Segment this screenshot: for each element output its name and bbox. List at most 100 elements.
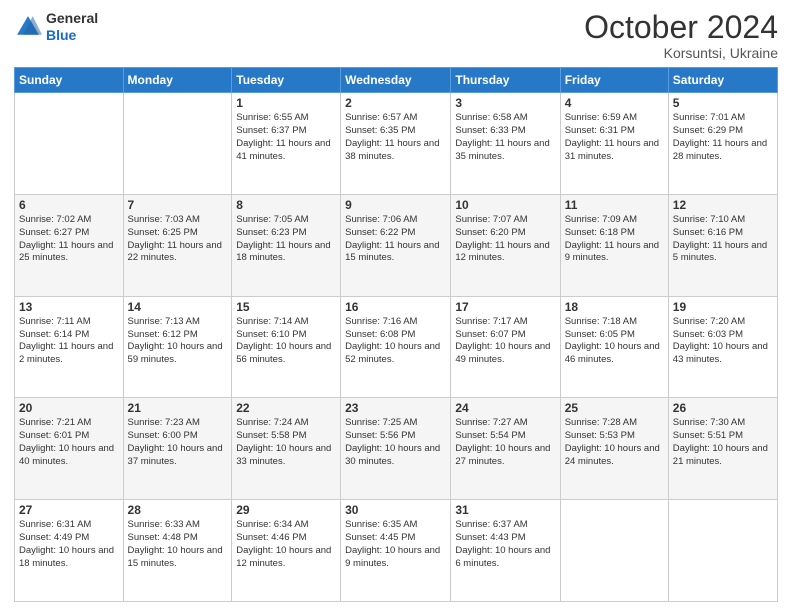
day-number: 4 [565,96,664,110]
day-number: 16 [345,300,446,314]
day-info: Sunrise: 7:13 AM Sunset: 6:12 PM Dayligh… [128,316,228,367]
day-info: Sunrise: 6:37 AM Sunset: 4:43 PM Dayligh… [455,519,555,570]
day-info: Sunrise: 6:55 AM Sunset: 6:37 PM Dayligh… [236,112,336,163]
day-cell: 21Sunrise: 7:23 AM Sunset: 6:00 PM Dayli… [123,398,232,500]
day-cell: 9 Sunrise: 7:06 AM Sunset: 6:22 PM Daylig… [341,194,451,296]
day-cell: 29Sunrise: 6:34 AM Sunset: 4:46 PM Dayli… [232,500,341,602]
week-row-4: 27 Sunrise: 6:31 AM Sunset: 4:49 PM Dayli… [15,500,778,602]
day-cell: 19 Sunrise: 7:20 AM Sunset: 6:03 PM Dayli… [668,296,777,398]
day-number: 5 [673,96,773,110]
day-number: 8 [236,198,336,212]
day-info: Sunrise: 7:21 AM Sunset: 6:01 PM Dayligh… [19,417,119,468]
day-info: Sunrise: 6:58 AM Sunset: 6:33 PM Dayligh… [455,112,555,163]
day-number: 25 [565,401,664,415]
page: General Blue October 2024 Korsuntsi, Ukr… [0,0,792,612]
day-number: 23 [345,401,446,415]
day-number: 6 [19,198,119,212]
day-cell: 15Sunrise: 7:14 AM Sunset: 6:10 PM Dayli… [232,296,341,398]
logo-icon [14,13,42,41]
day-cell: 18Sunrise: 7:18 AM Sunset: 6:05 PM Dayli… [560,296,668,398]
day-info: Sunrise: 7:28 AM Sunset: 5:53 PM Dayligh… [565,417,664,468]
logo: General Blue [14,10,98,44]
day-cell: 13 Sunrise: 7:11 AM Sunset: 6:14 PM Dayli… [15,296,124,398]
weekday-header-monday: Monday [123,68,232,93]
day-info: Sunrise: 7:25 AM Sunset: 5:56 PM Dayligh… [345,417,446,468]
calendar-header: SundayMondayTuesdayWednesdayThursdayFrid… [15,68,778,93]
weekday-header-tuesday: Tuesday [232,68,341,93]
weekday-row: SundayMondayTuesdayWednesdayThursdayFrid… [15,68,778,93]
day-cell: 30 Sunrise: 6:35 AM Sunset: 4:45 PM Dayli… [341,500,451,602]
day-cell: 22 Sunrise: 7:24 AM Sunset: 5:58 PM Dayli… [232,398,341,500]
day-info: Sunrise: 7:11 AM Sunset: 6:14 PM Dayligh… [19,316,119,367]
day-cell: 1 Sunrise: 6:55 AM Sunset: 6:37 PM Daylig… [232,93,341,195]
day-number: 2 [345,96,446,110]
day-number: 22 [236,401,336,415]
week-row-0: 1 Sunrise: 6:55 AM Sunset: 6:37 PM Daylig… [15,93,778,195]
calendar: SundayMondayTuesdayWednesdayThursdayFrid… [14,67,778,602]
day-info: Sunrise: 6:59 AM Sunset: 6:31 PM Dayligh… [565,112,664,163]
day-cell: 14Sunrise: 7:13 AM Sunset: 6:12 PM Dayli… [123,296,232,398]
day-cell: 23 Sunrise: 7:25 AM Sunset: 5:56 PM Dayli… [341,398,451,500]
day-cell: 10Sunrise: 7:07 AM Sunset: 6:20 PM Dayli… [451,194,560,296]
day-cell [668,500,777,602]
day-number: 1 [236,96,336,110]
week-row-1: 6Sunrise: 7:02 AM Sunset: 6:27 PM Daylig… [15,194,778,296]
day-number: 13 [19,300,119,314]
week-row-2: 13 Sunrise: 7:11 AM Sunset: 6:14 PM Dayli… [15,296,778,398]
weekday-header-sunday: Sunday [15,68,124,93]
calendar-body: 1 Sunrise: 6:55 AM Sunset: 6:37 PM Daylig… [15,93,778,602]
day-info: Sunrise: 7:07 AM Sunset: 6:20 PM Dayligh… [455,214,555,265]
logo-general: General [46,10,98,26]
day-info: Sunrise: 7:05 AM Sunset: 6:23 PM Dayligh… [236,214,336,265]
day-info: Sunrise: 7:03 AM Sunset: 6:25 PM Dayligh… [128,214,228,265]
day-number: 7 [128,198,228,212]
day-cell: 11 Sunrise: 7:09 AM Sunset: 6:18 PM Dayli… [560,194,668,296]
day-cell [560,500,668,602]
day-cell: 28Sunrise: 6:33 AM Sunset: 4:48 PM Dayli… [123,500,232,602]
day-info: Sunrise: 7:24 AM Sunset: 5:58 PM Dayligh… [236,417,336,468]
day-number: 28 [128,503,228,517]
weekday-header-thursday: Thursday [451,68,560,93]
day-info: Sunrise: 6:31 AM Sunset: 4:49 PM Dayligh… [19,519,119,570]
day-number: 9 [345,198,446,212]
day-info: Sunrise: 7:01 AM Sunset: 6:29 PM Dayligh… [673,112,773,163]
day-info: Sunrise: 7:09 AM Sunset: 6:18 PM Dayligh… [565,214,664,265]
day-cell [123,93,232,195]
day-info: Sunrise: 6:57 AM Sunset: 6:35 PM Dayligh… [345,112,446,163]
title-section: October 2024 Korsuntsi, Ukraine [584,10,778,61]
day-cell: 26Sunrise: 7:30 AM Sunset: 5:51 PM Dayli… [668,398,777,500]
logo-blue: Blue [46,27,76,43]
day-cell: 27 Sunrise: 6:31 AM Sunset: 4:49 PM Dayli… [15,500,124,602]
day-number: 30 [345,503,446,517]
day-number: 12 [673,198,773,212]
day-info: Sunrise: 6:35 AM Sunset: 4:45 PM Dayligh… [345,519,446,570]
day-info: Sunrise: 6:34 AM Sunset: 4:46 PM Dayligh… [236,519,336,570]
weekday-header-friday: Friday [560,68,668,93]
day-cell: 24Sunrise: 7:27 AM Sunset: 5:54 PM Dayli… [451,398,560,500]
day-number: 20 [19,401,119,415]
day-cell: 12 Sunrise: 7:10 AM Sunset: 6:16 PM Dayli… [668,194,777,296]
day-cell: 5 Sunrise: 7:01 AM Sunset: 6:29 PM Daylig… [668,93,777,195]
day-cell [15,93,124,195]
weekday-header-saturday: Saturday [668,68,777,93]
day-cell: 8 Sunrise: 7:05 AM Sunset: 6:23 PM Daylig… [232,194,341,296]
day-cell: 16 Sunrise: 7:16 AM Sunset: 6:08 PM Dayli… [341,296,451,398]
day-cell: 2 Sunrise: 6:57 AM Sunset: 6:35 PM Daylig… [341,93,451,195]
day-cell: 25 Sunrise: 7:28 AM Sunset: 5:53 PM Dayli… [560,398,668,500]
day-number: 11 [565,198,664,212]
day-number: 31 [455,503,555,517]
day-number: 19 [673,300,773,314]
day-info: Sunrise: 7:14 AM Sunset: 6:10 PM Dayligh… [236,316,336,367]
day-cell: 3Sunrise: 6:58 AM Sunset: 6:33 PM Daylig… [451,93,560,195]
day-info: Sunrise: 7:20 AM Sunset: 6:03 PM Dayligh… [673,316,773,367]
day-info: Sunrise: 7:23 AM Sunset: 6:00 PM Dayligh… [128,417,228,468]
day-number: 27 [19,503,119,517]
top-section: General Blue October 2024 Korsuntsi, Ukr… [14,10,778,61]
day-info: Sunrise: 7:10 AM Sunset: 6:16 PM Dayligh… [673,214,773,265]
day-cell: 6Sunrise: 7:02 AM Sunset: 6:27 PM Daylig… [15,194,124,296]
day-cell: 4 Sunrise: 6:59 AM Sunset: 6:31 PM Daylig… [560,93,668,195]
day-number: 24 [455,401,555,415]
weekday-header-wednesday: Wednesday [341,68,451,93]
day-info: Sunrise: 7:16 AM Sunset: 6:08 PM Dayligh… [345,316,446,367]
day-info: Sunrise: 7:06 AM Sunset: 6:22 PM Dayligh… [345,214,446,265]
